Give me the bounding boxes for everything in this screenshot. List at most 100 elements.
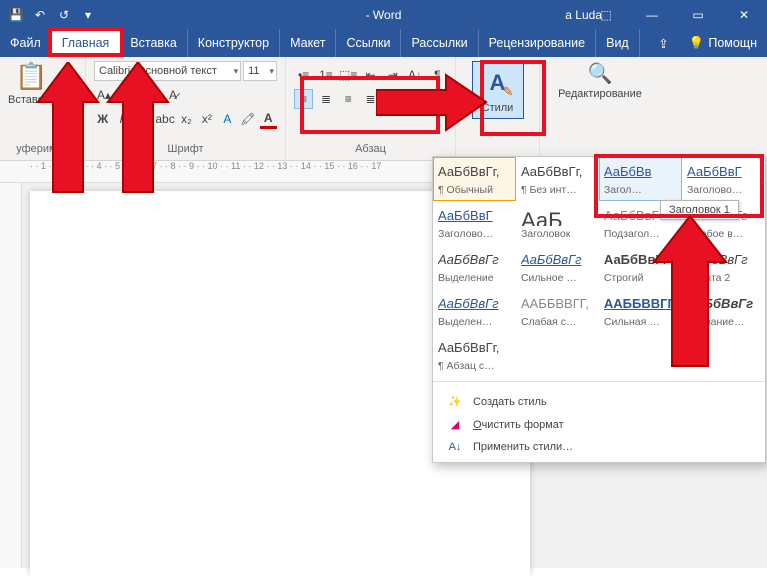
qat-more-icon[interactable]: ▾ xyxy=(80,8,96,22)
title-bar: 💾 ↶ ↺ ▾ - Word a Luda ⬚ — ▭ ✕ xyxy=(0,0,767,29)
group-editing: 🔍 Редактирование xyxy=(540,57,660,160)
tab-share[interactable]: ⇪ xyxy=(648,29,678,57)
numbering-icon[interactable]: 1≡ xyxy=(316,65,335,85)
redo-icon[interactable]: ↺ xyxy=(56,8,72,22)
font-style-row: Ж К Ч abc x₂ x² A 🖍 A xyxy=(94,109,277,129)
font-size-combo[interactable]: 11 xyxy=(243,61,277,81)
apply-styles-icon: A↓ xyxy=(447,441,463,453)
format-painter-icon[interactable]: 🖌 xyxy=(61,103,79,119)
align-left-icon[interactable]: ≡ xyxy=(294,89,313,109)
highlight-icon[interactable]: 🖍 xyxy=(239,109,256,129)
text-effects-icon[interactable]: A xyxy=(219,109,236,129)
tab-review[interactable]: Рецензирование xyxy=(479,29,597,57)
paste-button[interactable]: Вставить xyxy=(8,94,55,106)
styles-label: Стили xyxy=(482,102,514,114)
style-cell[interactable]: ААББВВГГ,Слабая с… xyxy=(516,289,599,333)
line-spacing-icon[interactable]: ↕≡ xyxy=(383,89,402,109)
group-label-paragraph: Абзац xyxy=(294,143,447,158)
tab-file[interactable]: Файл xyxy=(0,29,52,57)
bold-button[interactable]: Ж xyxy=(94,109,111,129)
group-font: Calibri (Основной текст 11 A▴ A▾ Aa A̷ Ж… xyxy=(86,57,286,160)
clear-formatting-icon[interactable]: A̷ xyxy=(163,85,183,105)
font-grow-row: A▴ A▾ Aa A̷ xyxy=(94,85,277,105)
style-tooltip: Заголовок 1 xyxy=(660,200,739,220)
group-clipboard: 📋 Вставить ✂ ⧉ 🖌 уферимна xyxy=(0,57,86,160)
ribbon-tabs: Файл Главная Вставка Конструктор Макет С… xyxy=(0,29,767,57)
shrink-font-icon[interactable]: A▾ xyxy=(117,85,137,105)
style-cell[interactable]: АаБбВвГгСильное … xyxy=(516,245,599,289)
share-icon: ⇪ xyxy=(658,36,668,51)
tab-references[interactable]: Ссылки xyxy=(336,29,401,57)
styles-button[interactable]: A✎ Стили xyxy=(472,61,524,119)
style-cell[interactable]: АаБбВвГгЦитата 2 xyxy=(682,245,765,289)
window-buttons: ⬚ — ▭ ✕ xyxy=(583,0,767,29)
show-marks-icon[interactable]: ¶ xyxy=(428,65,447,85)
change-case-icon[interactable]: Aa xyxy=(140,85,160,105)
copy-icon[interactable]: ⧉ xyxy=(61,83,79,99)
group-label-font: Шрифт xyxy=(94,143,277,158)
group-paragraph: •≡ 1≡ ⬚≡ ⇤ ⇥ A↓ ¶ ≡ ≣ ≡ ≣ ↕≡ ▦ ▭ Абзац xyxy=(286,57,456,160)
maximize-icon[interactable]: ▭ xyxy=(675,0,721,29)
style-cell[interactable]: АаБбВвГгВыделен… xyxy=(433,289,516,333)
style-cell[interactable]: АаБбВвГгСтрогий xyxy=(599,245,682,289)
menu-create-style[interactable]: ✨Создать стиль xyxy=(433,390,765,413)
bullets-icon[interactable]: •≡ xyxy=(294,65,313,85)
style-cell[interactable]: АаБбВвЗагол… xyxy=(599,157,682,201)
style-cell[interactable]: ААББВВГГ,Сильная … xyxy=(599,289,682,333)
justify-icon[interactable]: ≣ xyxy=(361,89,380,109)
align-center-icon[interactable]: ≣ xyxy=(316,89,335,109)
minimize-icon[interactable]: — xyxy=(629,0,675,29)
tab-layout[interactable]: Макет xyxy=(280,29,336,57)
strikethrough-button[interactable]: abc xyxy=(155,109,174,129)
menu-clear-format[interactable]: ◢ООчистить форматчистить формат xyxy=(433,413,765,436)
tab-help[interactable]: 💡Помощн xyxy=(679,29,767,57)
window-title: - Word xyxy=(366,8,402,22)
style-cell[interactable]: АаБбВвГЗаголово… xyxy=(682,157,765,201)
sort-icon[interactable]: A↓ xyxy=(405,65,424,85)
style-cell[interactable]: АаБЗаголовок xyxy=(516,201,599,245)
editing-label: Редактирование xyxy=(558,88,642,100)
ribbon-options-icon[interactable]: ⬚ xyxy=(583,0,629,29)
undo-icon[interactable]: ↶ xyxy=(32,8,48,22)
tab-home[interactable]: Главная xyxy=(52,29,121,57)
grow-font-icon[interactable]: A▴ xyxy=(94,85,114,105)
menu-apply-styles[interactable]: A↓Применить стили… xyxy=(433,436,765,458)
style-cell[interactable]: АаБбВвГг,¶ Абзац с… xyxy=(433,333,516,377)
tab-insert[interactable]: Вставка xyxy=(120,29,187,57)
italic-button[interactable]: К xyxy=(114,109,131,129)
underline-button[interactable]: Ч xyxy=(135,109,152,129)
tab-view[interactable]: Вид xyxy=(596,29,640,57)
subscript-button[interactable]: x₂ xyxy=(178,109,195,129)
increase-indent-icon[interactable]: ⇥ xyxy=(383,65,402,85)
cut-icon[interactable]: ✂ xyxy=(61,63,79,79)
close-icon[interactable]: ✕ xyxy=(721,0,767,29)
superscript-button[interactable]: x² xyxy=(198,109,215,129)
quick-access-toolbar: 💾 ↶ ↺ ▾ xyxy=(0,8,96,22)
font-color-icon[interactable]: A xyxy=(260,109,277,129)
find-icon: 🔍 xyxy=(588,61,613,86)
sparkle-icon: ✨ xyxy=(447,395,463,408)
align-right-icon[interactable]: ≡ xyxy=(339,89,358,109)
font-name-combo[interactable]: Calibri (Основной текст xyxy=(94,61,241,81)
multilevel-icon[interactable]: ⬚≡ xyxy=(339,65,358,85)
editing-button[interactable]: 🔍 Редактирование xyxy=(548,61,652,100)
save-icon[interactable]: 💾 xyxy=(8,8,24,22)
ribbon: 📋 Вставить ✂ ⧉ 🖌 уферимна Calibri (Основ… xyxy=(0,57,767,161)
styles-icon: A✎ xyxy=(481,66,515,100)
decrease-indent-icon[interactable]: ⇤ xyxy=(361,65,380,85)
vertical-ruler[interactable] xyxy=(0,183,22,568)
group-label-clipboard: уферимна xyxy=(8,143,77,158)
style-cell[interactable]: АаБбВвГЗаголово… xyxy=(433,201,516,245)
group-styles: A✎ Стили xyxy=(456,57,540,160)
tab-mailings[interactable]: Рассылки xyxy=(401,29,478,57)
borders-icon[interactable]: ▭ xyxy=(428,89,447,109)
shading-icon[interactable]: ▦ xyxy=(405,89,424,109)
style-cell[interactable]: АаБбВвГг,¶ Обычный xyxy=(433,157,516,201)
style-cell[interactable]: АаБбВвГгВыделение xyxy=(433,245,516,289)
paste-icon[interactable]: 📋 xyxy=(15,61,47,92)
style-cell[interactable]: АаБбВвГгНазвание… xyxy=(682,289,765,333)
tab-design[interactable]: Конструктор xyxy=(188,29,280,57)
style-cell[interactable]: АаБбВвГг,¶ Без инт… xyxy=(516,157,599,201)
eraser-icon: ◢ xyxy=(447,418,463,431)
help-icon: 💡 xyxy=(689,36,705,51)
